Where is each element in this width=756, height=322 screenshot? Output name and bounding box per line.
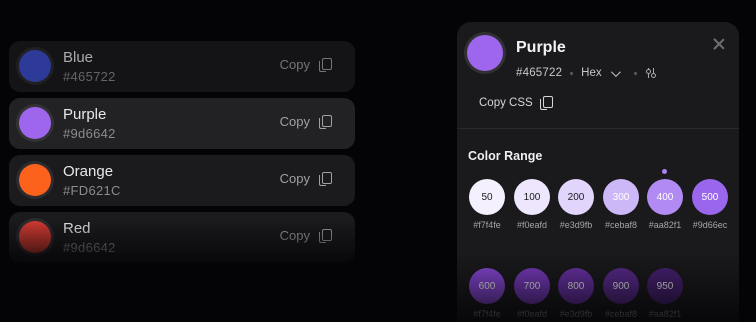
color-meta: #465722 Hex	[516, 66, 657, 79]
close-icon[interactable]	[713, 38, 725, 50]
color-swatch	[19, 107, 51, 139]
shade-swatch[interactable]: 300	[603, 179, 639, 215]
shade-swatch[interactable]: 700	[514, 268, 550, 304]
shade-swatch[interactable]: 900	[603, 268, 639, 304]
chevron-down-icon	[610, 66, 621, 77]
shade-50[interactable]: 50 #f7f4fe	[468, 179, 506, 230]
shade-hex: #9d66ec	[692, 220, 728, 230]
format-label: Hex	[581, 67, 602, 79]
shade-step: 800	[567, 280, 585, 292]
shade-swatch[interactable]: 50	[469, 179, 505, 215]
shade-step: 500	[701, 191, 719, 203]
adjust-icon[interactable]	[645, 67, 657, 79]
divider	[457, 128, 739, 129]
shade-step: 200	[567, 191, 585, 203]
color-name: Purple	[63, 106, 107, 123]
copy-button[interactable]: Copy	[279, 114, 332, 129]
selected-indicator	[662, 169, 667, 174]
copy-css-button[interactable]: Copy CSS	[479, 96, 553, 110]
format-dropdown[interactable]: Hex	[581, 66, 625, 79]
shade-step: 700	[523, 280, 541, 292]
copy-icon	[319, 57, 332, 72]
shade-step: 950	[656, 280, 674, 292]
color-swatch	[19, 50, 51, 82]
color-swatch	[19, 221, 51, 253]
shade-swatch[interactable]: 400	[647, 179, 683, 215]
shade-swatch[interactable]: 200	[558, 179, 594, 215]
shade-swatch[interactable]: 100	[514, 179, 550, 215]
color-hex: #9d6642	[63, 240, 116, 255]
shade-swatch[interactable]: 800	[558, 268, 594, 304]
shade-step: 900	[612, 280, 630, 292]
color-swatch	[467, 35, 503, 71]
copy-icon	[319, 171, 332, 186]
color-name: Red	[63, 220, 91, 237]
color-title: Purple	[516, 39, 566, 56]
copy-label: Copy	[279, 57, 310, 72]
copy-label: Copy	[279, 114, 310, 129]
color-row-red[interactable]: Red #9d6642 Copy	[9, 212, 355, 263]
shade-800[interactable]: 800 #e3d9fb	[557, 268, 595, 319]
shade-swatch[interactable]: 950	[647, 268, 683, 304]
shade-hex: #aa82f1	[648, 309, 682, 319]
shade-200[interactable]: 200 #e3d9fb	[557, 179, 595, 230]
color-row-purple[interactable]: Purple #9d6642 Copy	[9, 98, 355, 149]
copy-icon	[319, 228, 332, 243]
shade-step: 100	[523, 191, 541, 203]
shade-step: 600	[478, 280, 496, 292]
copy-button[interactable]: Copy	[279, 171, 332, 186]
shade-step: 400	[656, 191, 674, 203]
shade-600[interactable]: 600 #f7f4fe	[468, 268, 506, 319]
color-hex: #465722	[63, 69, 116, 84]
separator-dot	[633, 71, 637, 75]
shade-500[interactable]: 500 #9d66ec	[691, 179, 729, 230]
color-name: Blue	[63, 49, 94, 66]
color-row-orange[interactable]: Orange #FD621C Copy	[9, 155, 355, 206]
color-detail-panel: Purple #465722 Hex Copy CSS Color Range …	[457, 22, 739, 322]
color-name: Orange	[63, 163, 114, 180]
color-hex: #9d6642	[63, 126, 116, 141]
copy-button[interactable]: Copy	[279, 57, 332, 72]
color-hex[interactable]: #465722	[516, 67, 562, 79]
color-range-title: Color Range	[468, 149, 543, 163]
copy-label: Copy	[279, 171, 310, 186]
shade-step: 50	[481, 191, 493, 203]
copy-icon	[539, 96, 553, 110]
shade-400[interactable]: 400 #aa82f1	[646, 169, 684, 230]
color-list: Blue #465722 Copy Purple #9d6642 Copy Or…	[9, 41, 355, 269]
color-hex: #FD621C	[63, 183, 121, 198]
copy-icon	[319, 114, 332, 129]
shade-swatch[interactable]: 500	[692, 179, 728, 215]
shade-swatch[interactable]: 600	[469, 268, 505, 304]
shade-950[interactable]: 950 #aa82f1	[646, 268, 684, 319]
separator-dot	[570, 71, 574, 75]
shade-step: 300	[612, 191, 630, 203]
color-row-blue[interactable]: Blue #465722 Copy	[9, 41, 355, 92]
copy-css-label: Copy CSS	[479, 97, 533, 109]
palette-app: Blue #465722 Copy Purple #9d6642 Copy Or…	[0, 0, 756, 322]
copy-label: Copy	[279, 228, 310, 243]
color-swatch	[19, 164, 51, 196]
copy-button[interactable]: Copy	[279, 228, 332, 243]
